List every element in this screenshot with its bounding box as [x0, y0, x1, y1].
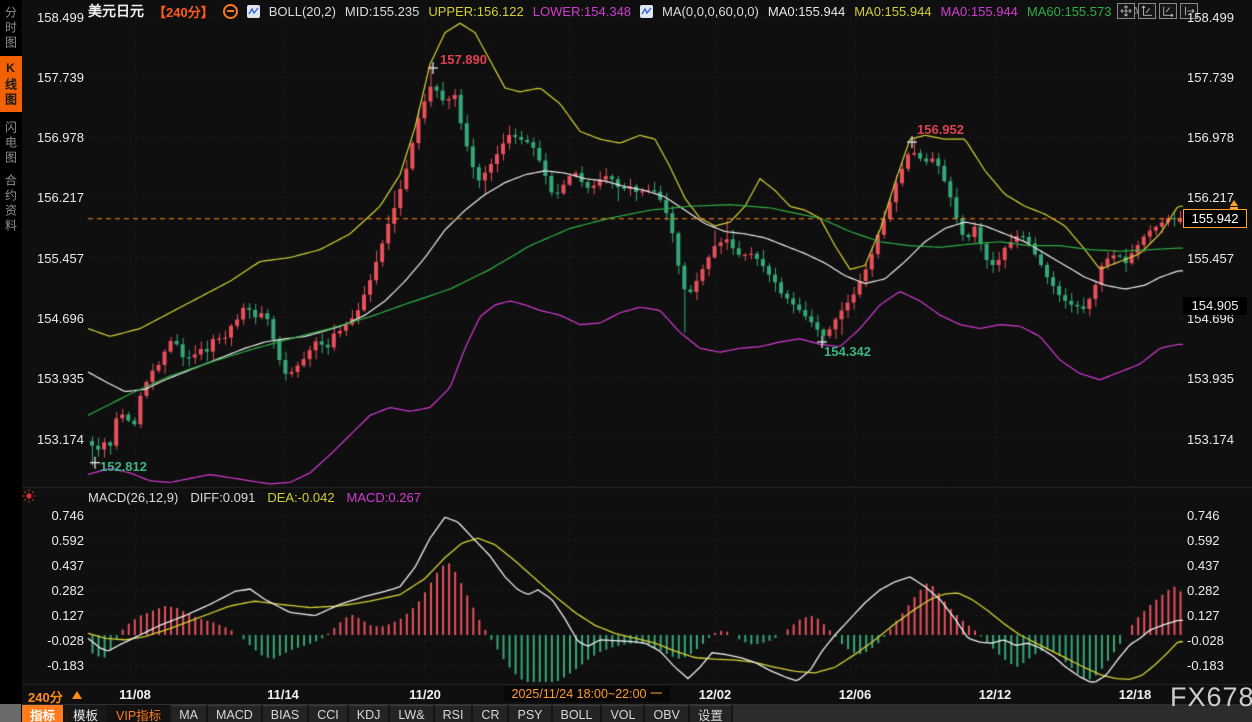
- ma-indicator-icon[interactable]: [640, 5, 653, 18]
- price-axis-label: 156.217: [1187, 190, 1247, 205]
- price-axis-label: 153.174: [1187, 432, 1247, 447]
- price-axis-label: 153.174: [24, 432, 84, 447]
- axis-scale-right-icon[interactable]: [1159, 3, 1177, 19]
- current-price-tag: 155.942: [1183, 209, 1247, 228]
- low-price-annotation: 152.812: [100, 459, 147, 474]
- macd-axis-label: 0.282: [1187, 583, 1247, 598]
- boll-label: BOLL(20,2): [269, 4, 336, 19]
- indicator-button-vol[interactable]: VOL: [602, 705, 643, 722]
- high-price-annotation: 156.952: [917, 122, 964, 137]
- x-axis-label: 11/14: [267, 687, 299, 702]
- candlestick-chart-canvas[interactable]: [0, 0, 1252, 722]
- indicator-button-cci[interactable]: CCI: [309, 705, 347, 722]
- boll-indicator-icon[interactable]: [247, 5, 260, 18]
- boll-upper-value: UPPER:156.122: [428, 4, 523, 19]
- macd-axis-label: -0.183: [24, 658, 84, 673]
- indicator-button-rsi[interactable]: RSI: [435, 705, 472, 722]
- ma60-value: MA60:155.573: [1027, 4, 1112, 19]
- axis-scale-left-icon[interactable]: [1138, 3, 1156, 19]
- ma0-value-magenta: MA0:155.944: [941, 4, 1018, 19]
- ma-group-label: MA(0,0,0,60,0,0): [662, 4, 759, 19]
- macd-axis-label: -0.183: [1187, 658, 1247, 673]
- macd-axis-label: 0.746: [1187, 508, 1247, 523]
- chart-legend: 美元日元 【240分】 BOLL(20,2) MID:155.235 UPPER…: [88, 3, 1151, 19]
- macd-axis-label: 0.437: [1187, 558, 1247, 573]
- resize-corner-handle[interactable]: [0, 704, 21, 722]
- indicator-button-boll[interactable]: BOLL: [553, 705, 601, 722]
- price-axis-label: 158.499: [1187, 10, 1247, 25]
- collapse-legend-icon[interactable]: [223, 4, 238, 19]
- price-axis-label: 155.457: [1187, 251, 1247, 266]
- price-axis-label: 158.499: [24, 10, 84, 25]
- sidebar-item-flash-chart[interactable]: 闪电图: [0, 119, 22, 167]
- indicator-toolbar: 指标 模板 VIP指标 MA MACD BIAS CCI KDJ LW& RSI…: [22, 704, 1252, 722]
- indicator-button-bias[interactable]: BIAS: [263, 705, 308, 722]
- macd-axis-label: -0.028: [1187, 633, 1247, 648]
- macd-axis-label: 0.592: [1187, 533, 1247, 548]
- macd-axis-label: 0.746: [24, 508, 84, 523]
- indicator-button-psy[interactable]: PSY: [509, 705, 550, 722]
- indicator-button-cr[interactable]: CR: [473, 705, 507, 722]
- price-axis-label: 156.217: [24, 190, 84, 205]
- low-price-annotation: 154.342: [824, 344, 871, 359]
- macd-axis-label: 0.437: [24, 558, 84, 573]
- tab-vip-indicators[interactable]: VIP指标: [108, 705, 169, 722]
- x-axis-label: 11/08: [119, 687, 151, 702]
- x-axis-label: 12/02: [699, 687, 732, 702]
- indicator-button-ma[interactable]: MA: [171, 705, 206, 722]
- ma0-value-white: MA0:155.944: [768, 4, 845, 19]
- kline-chart-app: 分时图 K线图 闪电图 合约资料 美元日元 【240分】 BOLL(20,2) …: [0, 0, 1252, 722]
- price-axis-label: 153.935: [1187, 371, 1247, 386]
- x-axis-label: 12/06: [839, 687, 872, 702]
- indicator-button-macd[interactable]: MACD: [208, 705, 261, 722]
- indicator-button-obv[interactable]: OBV: [645, 705, 687, 722]
- ma0-value-yellow: MA0:155.944: [854, 4, 931, 19]
- macd-axis-label: 0.127: [1187, 608, 1247, 623]
- symbol-name: 美元日元: [88, 1, 144, 21]
- macd-axis-label: 0.592: [24, 533, 84, 548]
- price-axis-label: 157.739: [1187, 70, 1247, 85]
- tab-templates[interactable]: 模板: [65, 705, 106, 722]
- macd-axis-label: 0.282: [24, 583, 84, 598]
- price-marker-icon: [1230, 200, 1238, 206]
- macd-header: MACD(26,12,9) DIFF:0.091 DEA:-0.042 MACD…: [88, 490, 421, 505]
- left-sidebar: 分时图 K线图 闪电图 合约资料: [0, 0, 22, 722]
- high-price-annotation: 157.890: [440, 52, 487, 67]
- price-axis-label: 153.935: [24, 371, 84, 386]
- macd-axis-label: -0.028: [24, 633, 84, 648]
- macd-macd-value: MACD:0.267: [347, 490, 421, 505]
- indicator-settings-icon[interactable]: [22, 489, 36, 503]
- sidebar-item-contract-info[interactable]: 合约资料: [0, 172, 22, 236]
- x-axis-label: 12/12: [979, 687, 1012, 702]
- price-axis-label: 155.457: [24, 251, 84, 266]
- macd-dea-value: DEA:-0.042: [267, 490, 334, 505]
- settle-price-tag: 154.905: [1183, 297, 1247, 315]
- sidebar-item-timeline[interactable]: 分时图: [0, 5, 22, 51]
- move-crosshair-icon[interactable]: [1117, 3, 1135, 19]
- price-axis-label: 156.978: [1187, 130, 1247, 145]
- x-axis-label: 12/18: [1119, 687, 1152, 702]
- period-up-icon[interactable]: [72, 691, 82, 699]
- price-axis-label: 156.978: [24, 130, 84, 145]
- fx678-watermark: FX678: [1170, 682, 1252, 713]
- selected-candle-time-label: 2025/11/24 18:00~22:00 一: [504, 686, 670, 702]
- indicator-button-lw[interactable]: LW&: [390, 705, 432, 722]
- macd-axis-label: 0.127: [24, 608, 84, 623]
- price-axis-label: 154.696: [24, 311, 84, 326]
- sidebar-item-kline[interactable]: K线图: [0, 56, 22, 112]
- indicator-button-kdj[interactable]: KDJ: [349, 705, 389, 722]
- x-axis-label: 11/20: [409, 687, 441, 702]
- price-axis-label: 157.739: [24, 70, 84, 85]
- macd-title: MACD(26,12,9): [88, 490, 178, 505]
- settings-button[interactable]: 设置: [690, 705, 731, 722]
- chart-tool-icons: [1117, 3, 1198, 19]
- tab-indicators[interactable]: 指标: [22, 705, 63, 722]
- timeframe-label: 【240分】: [153, 2, 214, 21]
- macd-diff-value: DIFF:0.091: [190, 490, 255, 505]
- boll-lower-value: LOWER:154.348: [533, 4, 631, 19]
- boll-mid-value: MID:155.235: [345, 4, 419, 19]
